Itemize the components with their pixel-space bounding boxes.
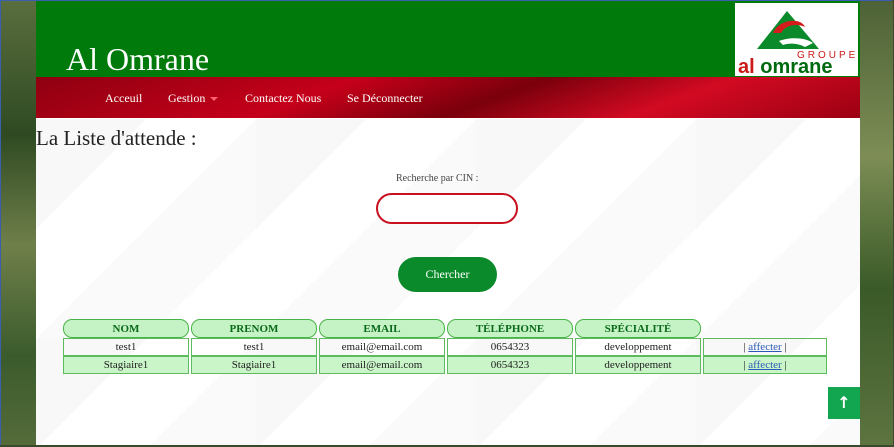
column-header-actions [703,319,827,338]
column-header-telephone: TÉLÉPHONE [447,319,573,338]
al-omrane-logo[interactable]: GROUPE al omrane [735,3,858,78]
arrow-up-icon: ↑ [837,393,851,412]
column-header-specialite: SPÉCIALITÉ [575,319,701,338]
page: Al Omrane GROUPE al omrane Acceuil Gesti… [36,1,860,445]
cell-specialite: developpement [575,356,701,374]
cell-email: email@email.com [319,338,445,356]
background-left [1,1,36,445]
column-header-email: EMAIL [319,319,445,338]
nav-item-gestion-label: Gestion [168,91,206,105]
cell-nom: Stagiaire1 [63,356,189,374]
nav-item-gestion[interactable]: Gestion [168,91,219,106]
cell-email: email@email.com [319,356,445,374]
cell-actions: | affecter | [703,338,827,356]
column-header-nom: NOM [63,319,189,338]
cell-prenom: Stagiaire1 [191,356,317,374]
search-button[interactable]: Chercher [398,257,497,292]
table-row: test1 test1 email@email.com 0654323 deve… [63,338,827,356]
site-title: Al Omrane [66,41,210,77]
scroll-to-top-button[interactable]: ↑ [828,387,860,419]
page-title: La Liste d'attende : [36,126,197,150]
cell-telephone: 0654323 [447,356,573,374]
affecter-link[interactable]: affecter [748,359,781,371]
search-label: Recherche par CIN : [396,173,479,184]
table-row: Stagiaire1 Stagiaire1 email@email.com 06… [63,356,827,374]
cell-prenom: test1 [191,338,317,356]
nav-item-logout[interactable]: Se Déconnecter [347,91,423,106]
affecter-link[interactable]: affecter [748,341,781,353]
cell-actions: | affecter | [703,356,827,374]
chevron-down-icon [210,97,219,102]
cin-search-input[interactable] [376,193,518,224]
background-right [860,1,893,445]
nav-item-acceuil[interactable]: Acceuil [105,91,142,106]
table-header-row: NOM PRENOM EMAIL TÉLÉPHONE SPÉCIALITÉ [63,319,827,338]
waiting-list-table: NOM PRENOM EMAIL TÉLÉPHONE SPÉCIALITÉ te… [61,319,829,374]
logo-wordmark: al omrane [738,56,833,78]
cell-telephone: 0654323 [447,338,573,356]
column-header-prenom: PRENOM [191,319,317,338]
site-header: Al Omrane GROUPE al omrane [36,1,860,77]
cell-specialite: developpement [575,338,701,356]
cell-nom: test1 [63,338,189,356]
nav-item-contact[interactable]: Contactez Nous [245,91,321,106]
main-navbar: Acceuil Gestion Contactez Nous Se Déconn… [36,77,860,118]
